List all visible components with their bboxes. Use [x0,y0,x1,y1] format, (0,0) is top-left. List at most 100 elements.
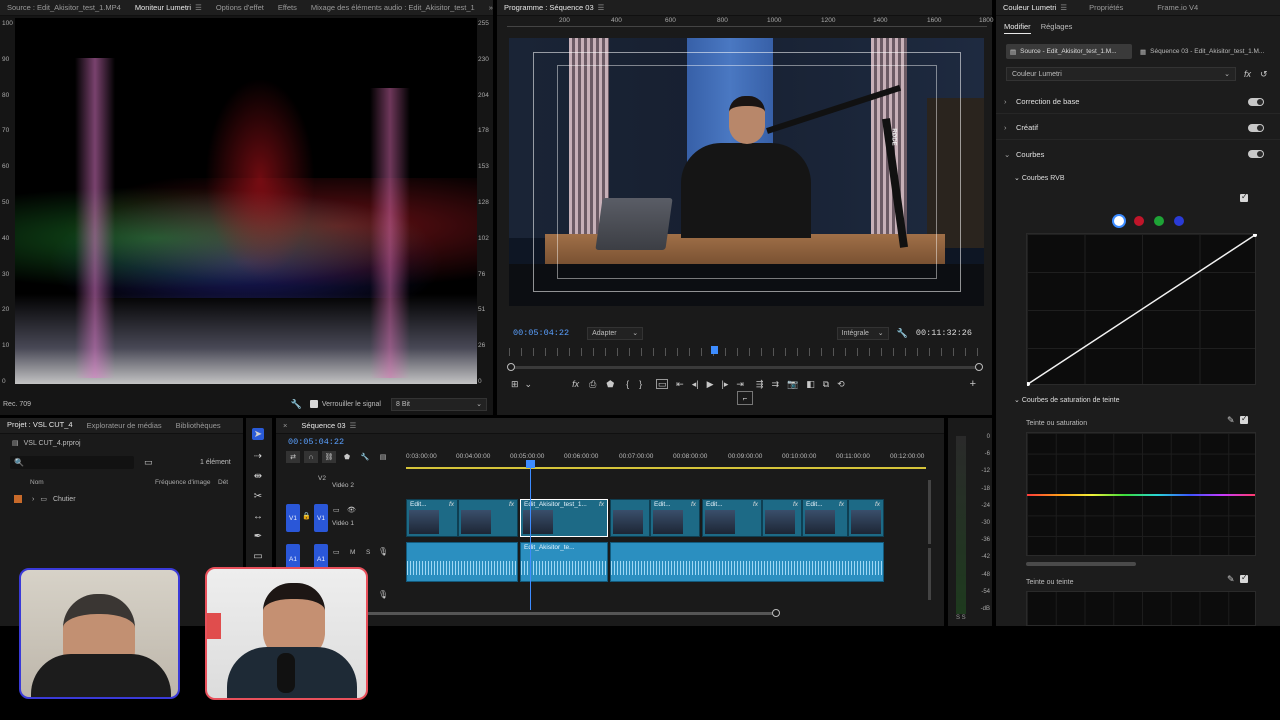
video-clip[interactable] [610,499,650,537]
timeline-playhead-handle[interactable] [526,460,535,468]
creative-toggle[interactable] [1248,124,1264,132]
column-name[interactable]: Nom [30,479,44,486]
linked-selection-icon[interactable]: ⛓ [322,451,336,463]
timeline-v-scroll-a[interactable] [928,548,931,600]
audio-clip[interactable]: Edit_Akisitor_te... [520,542,608,582]
program-timecode[interactable]: 00:05:04:22 [513,328,569,338]
slip-tool-icon[interactable]: ↔ [252,510,264,522]
menu-icon[interactable]: ☰ [598,3,605,12]
effect-select[interactable]: Couleur Lumetri ⌄ [1006,67,1236,81]
safe-margins-icon[interactable]: ▭ [656,379,669,389]
chevron-right-icon[interactable]: › [32,496,34,503]
menu-icon[interactable]: ☰ [1060,3,1067,12]
timeline-ruler[interactable]: 0:03:00:00 00:04:00:00 00:05:00:00 00:06… [406,451,926,469]
hue-vs-sat-graph[interactable] [1026,432,1256,556]
add-marker-icon[interactable]: ⬟ [606,379,614,390]
subtab-edit[interactable]: Modifier [1004,22,1031,34]
source-chip[interactable]: ▤ Source - Edit_Akisitor_test_1.M... [1006,44,1132,59]
video-clip[interactable]: Edit... fx [406,499,458,537]
microphone-icon[interactable]: 🎙 [378,547,388,556]
proxy-icon[interactable]: ⧉ [823,379,829,390]
timeline-timecode[interactable]: 00:05:04:22 [288,437,344,447]
section-curves[interactable]: ⌄ Courbes [996,142,1280,166]
chevron-down-icon[interactable]: ⌄ [525,379,533,390]
section-basic-correction[interactable]: › Correction de base [996,90,1280,114]
step-back-icon[interactable]: ◂| [692,379,699,390]
hue-vs-sat-scrollbar[interactable] [1026,562,1136,566]
tab-properties[interactable]: Propriétés [1082,0,1130,15]
zoom-handle-left[interactable] [507,363,515,371]
solo-button[interactable]: S [366,549,370,556]
wrench-icon[interactable]: 🔧 [291,399,302,410]
sync-lock-icon[interactable]: ▭ [333,548,340,556]
sync-lock-icon[interactable]: ▭ [333,506,340,514]
tab-lumetri-color[interactable]: Couleur Lumetri ☰ [996,0,1074,15]
channel-green[interactable] [1154,216,1164,226]
mute-button[interactable]: M [350,549,355,556]
quality-select[interactable]: Intégrale ⌄ [836,326,889,340]
video-clip[interactable]: fx [762,499,802,537]
list-item[interactable]: › ▭ Chutier [0,492,243,506]
nest-icon[interactable]: ⇄ [286,451,300,463]
comparison-icon[interactable]: ◧ [806,379,815,390]
lock-icon[interactable]: 🔒 [302,512,311,520]
video-clip[interactable]: Edit... fx [802,499,848,537]
channel-white[interactable] [1114,216,1124,226]
microphone-icon[interactable]: 🎙 [378,590,388,599]
tab-lumetri-scopes[interactable]: Moniteur Lumetri ☰ [128,0,209,15]
tab-project[interactable]: Projet : VSL CUT_4 [0,418,80,433]
section-creative[interactable]: › Créatif [996,116,1280,140]
hue-vs-sat-checkbox[interactable] [1240,414,1248,424]
add-button-icon[interactable]: + [970,378,976,390]
tab-frameio[interactable]: Frame.io V4 [1150,0,1205,15]
tab-media-browser[interactable]: Explorateur de médias [80,418,169,433]
rgb-curves-header[interactable]: ⌄ Courbes RVB [1014,174,1064,182]
ripple-edit-tool-icon[interactable]: ⇹ [252,470,264,482]
eyedropper-icon[interactable]: ✎ [1227,415,1235,426]
wrench-icon[interactable]: 🔧 [358,451,372,463]
rgb-curve-graph[interactable] [1026,233,1257,386]
step-forward-icon[interactable]: |▸ [722,379,729,390]
hue-sat-curves-header[interactable]: ⌄ Courbes de saturation de teinte [1014,396,1120,404]
mark-in-icon[interactable]: { [626,379,629,389]
vr-icon[interactable]: ⟲ [837,379,845,390]
audio-clip[interactable] [610,542,884,582]
wrench-icon[interactable]: 🔧 [897,328,908,339]
eye-icon[interactable]: 👁 [347,506,356,514]
timeline-playhead[interactable] [530,460,531,610]
tab-effect-options[interactable]: Options d'effet [209,0,271,15]
playhead-marker[interactable] [711,346,718,354]
export-frame-icon[interactable]: ⎙ [589,379,596,390]
fit-select[interactable]: Adapter ⌄ [587,326,644,340]
insert-icon[interactable]: ⇶ [756,379,764,390]
program-video-frame[interactable]: RØDE [509,38,984,306]
fx-icon[interactable]: fx [572,379,579,389]
razor-tool-icon[interactable]: ✂ [252,490,264,502]
reset-icon[interactable]: ↺ [1260,69,1268,80]
track-target-v1[interactable]: V1 [314,504,328,532]
audio-clip[interactable] [406,542,518,582]
zoom-handle-right[interactable] [975,363,983,371]
go-to-out-icon[interactable]: ⇥ [736,379,744,390]
go-to-in-icon[interactable]: ⇤ [676,379,684,390]
video-clip[interactable]: fx [848,499,884,537]
subtab-presets[interactable]: Réglages [1041,22,1073,34]
play-icon[interactable]: ▶ [707,379,714,390]
basic-correction-toggle[interactable] [1248,98,1264,106]
curves-toggle[interactable] [1248,150,1264,158]
menu-icon[interactable]: ☰ [350,421,357,430]
hue-vs-hue-graph[interactable] [1026,591,1256,626]
timeline-scroll-handle[interactable] [772,609,780,617]
video-clip[interactable]: fx [458,499,518,537]
source-patch-v1[interactable]: V1 [286,504,300,532]
close-icon[interactable]: × [276,418,294,433]
column-frame-rate[interactable]: Fréquence d'image [155,479,210,486]
settings-frame-icon[interactable]: ⊞ [511,379,519,390]
marker-icon[interactable]: ⬟ [340,451,354,463]
sequence-chip[interactable]: ▦ Séquence 03 - Edit_Akisitor_test_1.M... [1136,44,1272,59]
zoom-scrollbar[interactable] [509,366,979,369]
eyedropper-icon[interactable]: ✎ [1227,574,1235,585]
pen-tool-icon[interactable]: ✒ [252,530,264,542]
timeline-v-scroll-v[interactable] [928,480,931,544]
lift-icon[interactable]: ⌐ [737,391,753,405]
